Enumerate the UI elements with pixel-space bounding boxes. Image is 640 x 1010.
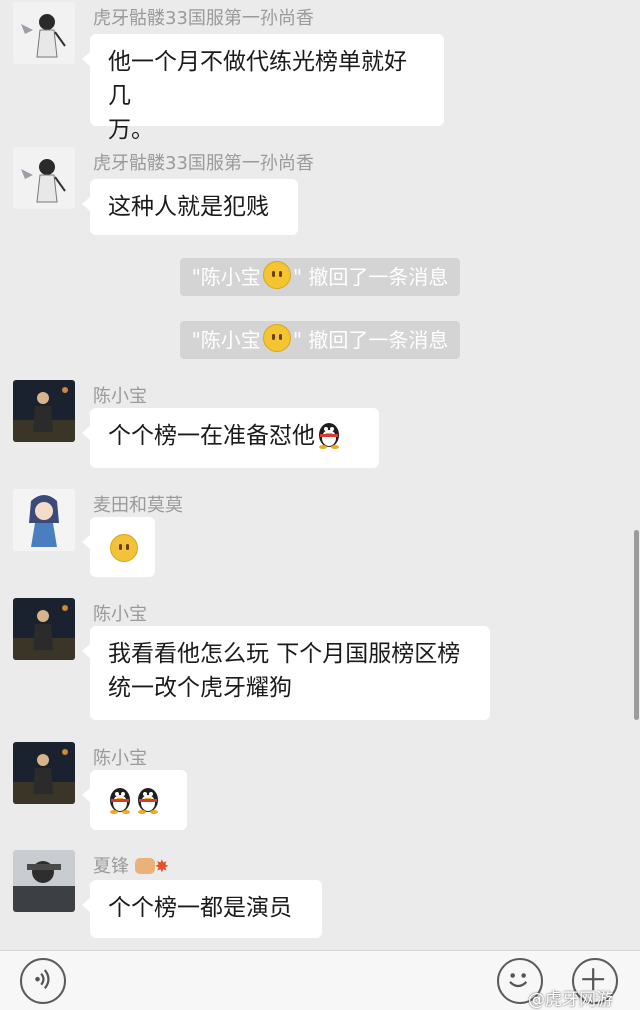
recall-name: "陈小宝 (191, 328, 261, 352)
message-bubble[interactable] (82, 770, 187, 830)
message-text-line: 万。 (108, 117, 154, 143)
sender-name: 陈小宝 (93, 604, 147, 625)
smiley-emoji-icon (262, 324, 291, 352)
input-bar: @虎牙网游 (0, 950, 640, 1010)
message-bubble[interactable] (82, 517, 155, 577)
avatar[interactable] (13, 850, 75, 912)
voice-icon (35, 969, 50, 989)
avatar[interactable] (13, 742, 75, 804)
fist-emoji-icon (134, 858, 155, 874)
watermark: @虎牙网游 (528, 990, 613, 1010)
message-text-line: 统一改个虎牙耀狗 (108, 675, 292, 701)
avatar[interactable] (13, 489, 75, 551)
scrollbar[interactable] (634, 530, 639, 720)
sender-name: 麦田和莫莫 (93, 495, 183, 516)
recall-text: " 撤回了一条消息 (292, 328, 449, 352)
sender-name: 陈小宝 (93, 748, 147, 769)
message-bubble[interactable]: 这种人就是犯贱 (82, 179, 298, 235)
sender-name: 夏锋 ✸ (93, 856, 169, 877)
message-text: 个个榜一在准备怼他 (108, 423, 315, 449)
message-bubble[interactable]: 他一个月不做代练光榜单就好几 万。 (82, 34, 444, 143)
recall-notice: "陈小宝 " 撤回了一条消息 (180, 258, 460, 296)
sender-name: 虎牙骷髅33国服第一孙尚香 (93, 153, 314, 174)
message-text: 这种人就是犯贱 (108, 194, 269, 220)
recall-text: " 撤回了一条消息 (292, 265, 449, 289)
message-bubble[interactable]: 个个榜一都是演员 (82, 880, 322, 938)
message-bubble[interactable]: 我看看他怎么玩 下个月国服榜区榜 统一改个虎牙耀狗 (82, 626, 490, 720)
message-text: 个个榜一都是演员 (108, 895, 292, 921)
message-text-line: 他一个月不做代练光榜单就好几 (108, 49, 407, 109)
grin-emoji-icon (110, 534, 138, 562)
message-bubble[interactable]: 个个榜一在准备怼他 (82, 408, 379, 468)
qq-penguin-emoji-icon (106, 784, 134, 814)
chat-area: 虎牙骷髅33国服第一孙尚香 他一个月不做代练光榜单就好几 万。 虎牙骷髅33国服… (0, 0, 640, 950)
sender-name: 陈小宝 (93, 386, 147, 407)
explosion-emoji-icon: ✸ (154, 857, 169, 877)
qq-penguin-emoji-icon (134, 784, 162, 814)
recall-notice: "陈小宝 " 撤回了一条消息 (180, 321, 460, 359)
voice-button[interactable] (20, 958, 66, 1004)
avatar[interactable] (13, 598, 75, 660)
recall-name: "陈小宝 (191, 265, 261, 289)
sender-name: 虎牙骷髅33国服第一孙尚香 (93, 8, 314, 29)
smiley-emoji-icon (262, 261, 291, 289)
message-text-line: 我看看他怎么玩 下个月国服榜区榜 (108, 641, 461, 667)
avatar[interactable] (13, 147, 75, 209)
avatar[interactable] (13, 2, 75, 64)
qq-penguin-emoji-icon (315, 419, 343, 449)
avatar[interactable] (13, 380, 75, 442)
